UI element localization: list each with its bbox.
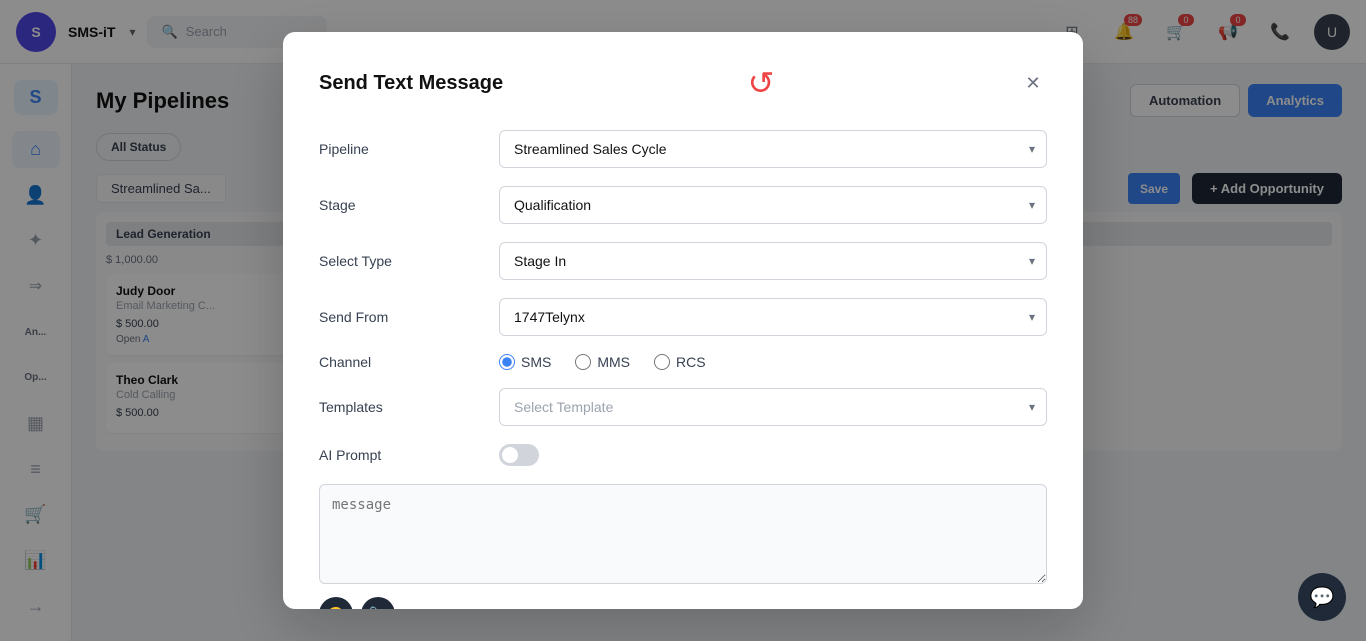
attachment-icon: 📎: [369, 606, 386, 609]
modal-logo: ↺: [748, 64, 775, 102]
ai-prompt-field: [499, 444, 1047, 466]
emoji-icon-btn[interactable]: 😊: [319, 597, 353, 609]
channel-radio-group: SMS MMS RCS: [499, 354, 1047, 370]
form-row-templates: Templates Select Template ▾: [319, 388, 1047, 426]
rcs-label: RCS: [676, 354, 706, 370]
emoji-icon: 😊: [327, 606, 344, 609]
message-textarea[interactable]: [319, 484, 1047, 584]
form-row-ai-prompt: AI Prompt: [319, 444, 1047, 466]
mms-radio[interactable]: [575, 354, 591, 370]
send-from-field-label: Send From: [319, 309, 499, 325]
sms-label: SMS: [521, 354, 551, 370]
stage-field: Qualification ▾: [499, 186, 1047, 224]
send-from-field: 1747Telynx ▾: [499, 298, 1047, 336]
stage-select[interactable]: Qualification: [499, 186, 1047, 224]
mms-radio-label[interactable]: MMS: [575, 354, 630, 370]
pipeline-select[interactable]: Streamlined Sales Cycle: [499, 130, 1047, 168]
templates-field: Select Template ▾: [499, 388, 1047, 426]
sms-radio[interactable]: [499, 354, 515, 370]
form-row-select-type: Select Type Stage In ▾: [319, 242, 1047, 280]
chat-icon: 💬: [1310, 585, 1335, 610]
templates-field-label: Templates: [319, 399, 499, 415]
rcs-radio-label[interactable]: RCS: [654, 354, 706, 370]
select-type-field-label: Select Type: [319, 253, 499, 269]
stage-field-label: Stage: [319, 197, 499, 213]
pipeline-field-label: Pipeline: [319, 141, 499, 157]
modal-overlay[interactable]: Send Text Message ↺ ✕ Pipeline Streamlin…: [0, 0, 1366, 641]
select-type-select[interactable]: Stage In: [499, 242, 1047, 280]
form-row-stage: Stage Qualification ▾: [319, 186, 1047, 224]
rcs-radio[interactable]: [654, 354, 670, 370]
modal-title: Send Text Message: [319, 72, 503, 95]
send-from-select[interactable]: 1747Telynx: [499, 298, 1047, 336]
form-row-channel: Channel SMS MMS RCS: [319, 354, 1047, 370]
form-row-send-from: Send From 1747Telynx ▾: [319, 298, 1047, 336]
chat-fab[interactable]: 💬: [1298, 573, 1346, 621]
attachment-icon-btn[interactable]: 📎: [361, 597, 395, 609]
channel-field-label: Channel: [319, 354, 499, 370]
templates-select[interactable]: Select Template: [499, 388, 1047, 426]
bottom-icons: 😊 📎: [319, 597, 1047, 609]
mms-label: MMS: [597, 354, 630, 370]
pipeline-field: Streamlined Sales Cycle ▾: [499, 130, 1047, 168]
send-text-message-modal: Send Text Message ↺ ✕ Pipeline Streamlin…: [283, 32, 1083, 609]
ai-prompt-field-label: AI Prompt: [319, 447, 499, 463]
modal-close-button[interactable]: ✕: [1019, 69, 1047, 97]
ai-prompt-toggle-thumb: [502, 447, 518, 463]
channel-field: SMS MMS RCS: [499, 354, 1047, 370]
select-type-field: Stage In ▾: [499, 242, 1047, 280]
sms-radio-label[interactable]: SMS: [499, 354, 551, 370]
modal-header: Send Text Message ↺ ✕: [319, 64, 1047, 102]
ai-prompt-toggle[interactable]: [499, 444, 539, 466]
form-row-pipeline: Pipeline Streamlined Sales Cycle ▾: [319, 130, 1047, 168]
